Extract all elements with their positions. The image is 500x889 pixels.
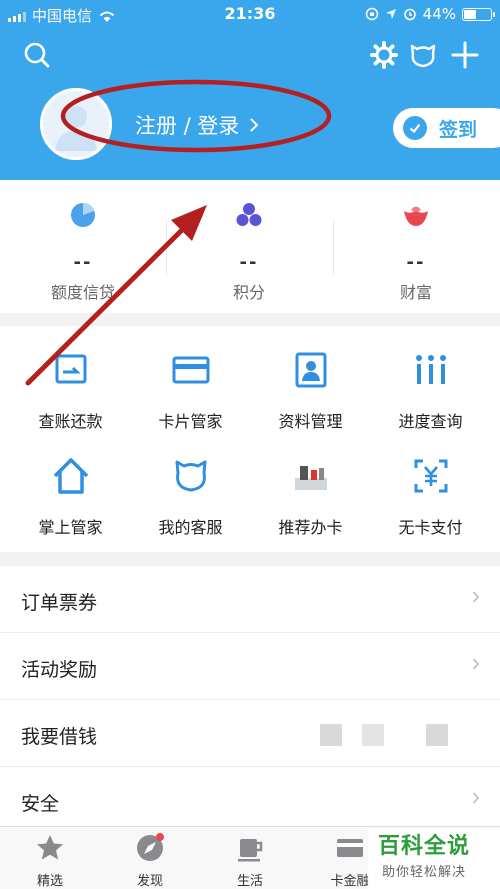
card-icon — [337, 839, 363, 857]
chevron-right-icon — [472, 591, 480, 603]
grid-item-bill[interactable]: 查账还款 — [8, 350, 133, 432]
profile-icon — [295, 352, 326, 388]
list-item-label: 安全 — [21, 793, 60, 815]
card-icon — [172, 356, 209, 384]
battery-percent: 44% — [422, 5, 456, 23]
add-icon[interactable] — [450, 40, 480, 70]
login-link[interactable]: 注册 / 登录 — [135, 110, 259, 140]
check-icon — [403, 116, 427, 140]
blurred-content — [362, 724, 384, 746]
points-icon — [236, 203, 262, 226]
sign-in-button[interactable]: 签到 — [393, 108, 500, 148]
alarm-icon — [403, 8, 416, 21]
list-item[interactable]: 订单票券 — [0, 566, 500, 633]
grid-label: 我的客服 — [158, 518, 223, 537]
service-icon — [175, 460, 206, 492]
chevron-right-icon — [250, 118, 259, 132]
stat-points[interactable]: -- 积分 — [166, 200, 332, 303]
recommend-icon — [294, 466, 327, 490]
stat-label: 积分 — [232, 283, 265, 302]
location-icon — [385, 9, 396, 19]
mascot-message-icon[interactable] — [408, 40, 438, 70]
list-item[interactable]: 安全 — [0, 767, 500, 834]
grid-item-profile[interactable]: 资料管理 — [248, 350, 373, 432]
coffee-cup-icon — [238, 839, 263, 862]
grid-label: 进度查询 — [398, 412, 463, 431]
stat-label: 财富 — [399, 283, 432, 302]
watermark: 百科全说 助你轻松解决 — [368, 828, 500, 889]
search-icon[interactable] — [22, 40, 52, 70]
avatar[interactable] — [40, 88, 112, 160]
list-item-label: 我要借钱 — [21, 726, 98, 748]
tab-life[interactable]: 生活 — [200, 833, 300, 889]
list-item-label: 活动奖励 — [21, 659, 98, 681]
list-item[interactable]: 活动奖励 — [0, 633, 500, 700]
grid-item-card[interactable]: 卡片管家 — [128, 350, 253, 432]
tab-discover[interactable]: 发现 — [100, 833, 200, 889]
grid-item-service[interactable]: 我的客服 — [128, 456, 253, 538]
grid-item-recommend[interactable]: 推荐办卡 — [248, 456, 373, 538]
watermark-title: 百科全说 — [378, 834, 471, 859]
default-avatar-icon — [55, 106, 97, 151]
function-grid: 查账还款 卡片管家 资料管理 进度查询 掌上管家 我的客服 推荐办卡 无卡支付 — [0, 326, 500, 552]
tab-featured[interactable]: 精选 — [0, 833, 100, 889]
bill-icon — [55, 354, 86, 384]
grid-label: 查账还款 — [38, 412, 103, 431]
list-item[interactable]: 我要借钱 — [0, 700, 500, 767]
stat-label: 额度信贷 — [50, 283, 115, 302]
list-item-label: 订单票券 — [21, 592, 98, 614]
home-icon — [53, 458, 88, 494]
menu-list: 订单票券 活动奖励 我要借钱 安全 — [0, 566, 500, 834]
status-bar: 中国电信 21:36 44% — [0, 0, 500, 30]
blurred-content — [426, 724, 448, 746]
tab-label: 生活 — [236, 874, 263, 889]
stat-value: -- — [406, 252, 426, 273]
tab-label: 发现 — [136, 874, 163, 889]
grid-item-progress[interactable]: 进度查询 — [368, 350, 493, 432]
lock-rotation-icon — [365, 7, 378, 21]
cardless-pay-icon — [414, 459, 447, 493]
watermark-subtitle: 助你轻松解决 — [382, 865, 467, 880]
stat-wealth[interactable]: -- 财富 — [333, 200, 499, 303]
progress-icon — [415, 355, 446, 384]
settings-icon[interactable] — [369, 40, 399, 70]
wealth-lotus-icon — [404, 206, 428, 226]
grid-label: 掌上管家 — [38, 518, 103, 537]
chevron-right-icon — [472, 792, 480, 804]
login-label: 注册 / 登录 — [135, 114, 240, 138]
sign-in-label: 签到 — [439, 118, 478, 141]
stat-credit[interactable]: -- 额度信贷 — [0, 200, 166, 303]
grid-label: 卡片管家 — [158, 412, 223, 431]
grid-label: 无卡支付 — [398, 518, 463, 537]
tab-label: 精选 — [36, 874, 63, 889]
stat-value: -- — [73, 252, 93, 273]
header: 中国电信 21:36 44% 注册 / 登录 签到 — [0, 0, 500, 180]
chevron-right-icon — [472, 658, 480, 670]
stat-value: -- — [239, 252, 259, 273]
compass-icon — [137, 833, 164, 861]
star-icon — [37, 835, 63, 860]
grid-label: 资料管理 — [278, 412, 343, 431]
blurred-content — [320, 724, 342, 746]
grid-item-cardless-pay[interactable]: 无卡支付 — [368, 456, 493, 538]
credit-pie-icon — [71, 203, 95, 227]
battery-icon — [462, 7, 495, 21]
grid-label: 推荐办卡 — [278, 518, 343, 537]
stats-panel: -- 额度信贷 -- 积分 -- 财富 — [0, 180, 500, 313]
grid-item-home[interactable]: 掌上管家 — [8, 456, 133, 538]
